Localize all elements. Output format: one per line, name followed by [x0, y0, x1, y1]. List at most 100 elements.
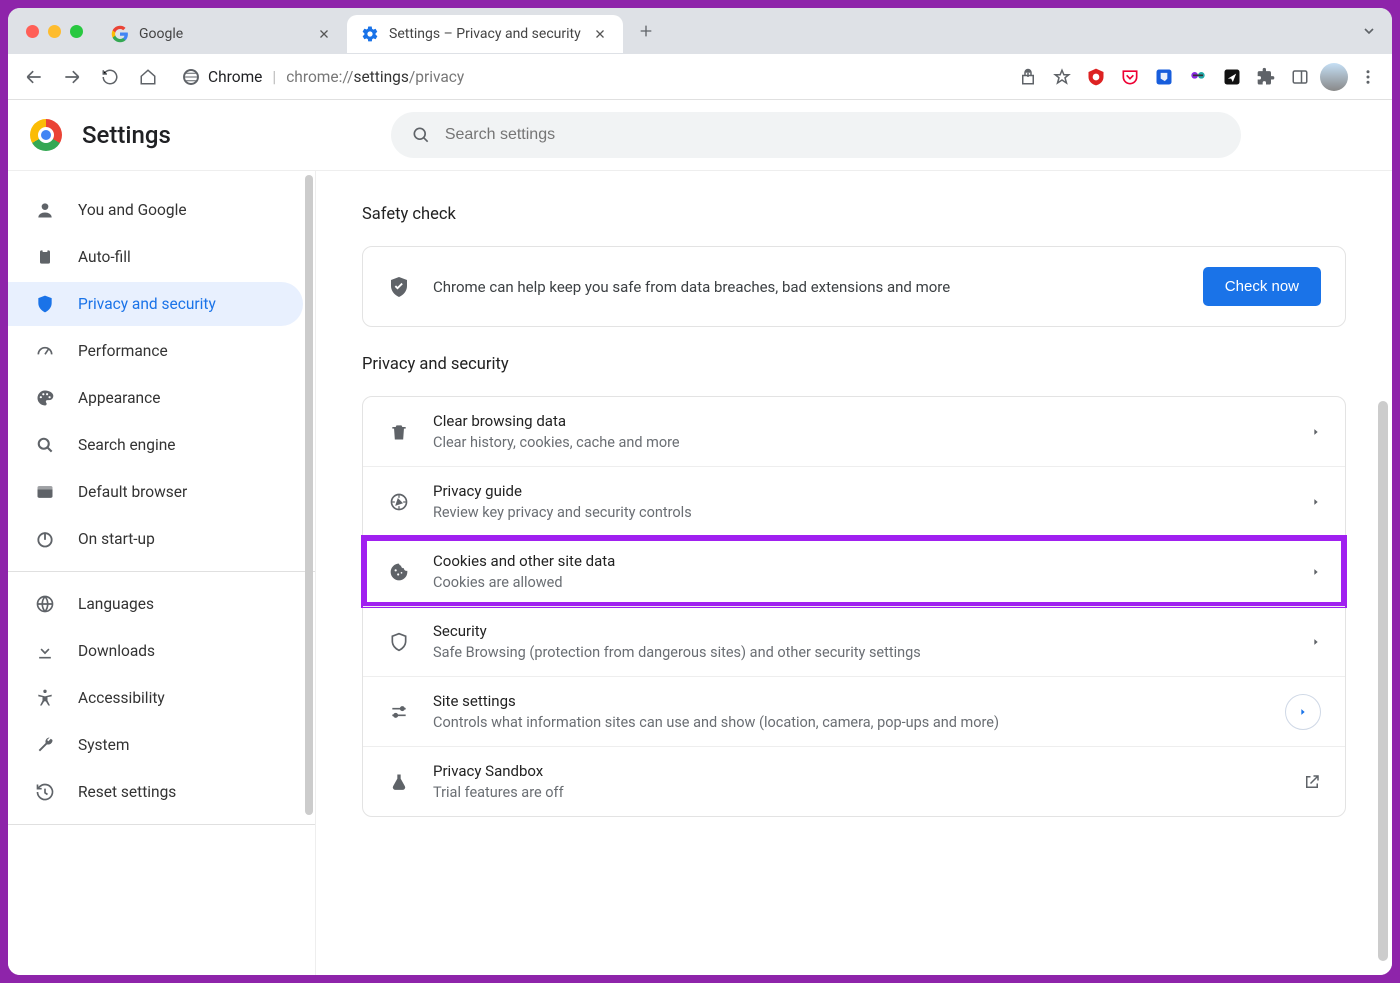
- row-cookies[interactable]: Cookies and other site data Cookies are …: [363, 536, 1345, 606]
- url-scheme-label: Chrome: [208, 68, 262, 86]
- chevron-right-icon: [1311, 565, 1321, 579]
- back-button[interactable]: [18, 61, 50, 93]
- close-tab-icon[interactable]: [591, 25, 609, 43]
- settings-header: Settings: [8, 100, 1392, 171]
- row-security[interactable]: Security Safe Browsing (protection from …: [363, 606, 1345, 676]
- close-tab-icon[interactable]: [315, 25, 333, 43]
- close-window-icon[interactable]: [26, 25, 39, 38]
- search-input[interactable]: [445, 126, 1221, 144]
- profile-avatar[interactable]: [1320, 63, 1348, 91]
- sidebar-item-privacy-security[interactable]: Privacy and security: [8, 282, 303, 326]
- site-info-icon[interactable]: Chrome: [182, 68, 262, 86]
- page-title: Settings: [82, 121, 171, 149]
- row-title: Site settings: [433, 692, 1263, 710]
- ext-ublock-icon[interactable]: [1082, 63, 1110, 91]
- sidebar-item-languages[interactable]: Languages: [8, 582, 303, 626]
- row-subtitle: Trial features are off: [433, 784, 1281, 801]
- sidebar-item-reset[interactable]: Reset settings: [8, 770, 303, 814]
- tab-list-dropdown-icon[interactable]: [1354, 23, 1384, 39]
- minimize-window-icon[interactable]: [48, 25, 61, 38]
- ext-send-icon[interactable]: [1218, 63, 1246, 91]
- toolbar-actions: [1014, 63, 1382, 91]
- external-link-icon: [1303, 773, 1321, 791]
- speedometer-icon: [34, 341, 56, 361]
- section-title-privacy: Privacy and security: [362, 355, 1346, 374]
- sidebar-item-downloads[interactable]: Downloads: [8, 629, 303, 673]
- tab-title: Google: [139, 26, 305, 42]
- accessibility-icon: [34, 688, 56, 708]
- section-title-safety: Safety check: [362, 205, 1346, 224]
- sidebar-item-label: Privacy and security: [78, 295, 216, 313]
- check-now-button[interactable]: Check now: [1203, 267, 1321, 306]
- ext-reader-icon[interactable]: [1184, 63, 1212, 91]
- address-bar[interactable]: Chrome | chrome://settings/privacy: [170, 60, 1008, 94]
- extensions-puzzle-icon[interactable]: [1252, 63, 1280, 91]
- sidebar-item-system[interactable]: System: [8, 723, 303, 767]
- search-icon: [411, 125, 431, 145]
- sidebar-item-appearance[interactable]: Appearance: [8, 376, 303, 420]
- tab-title: Settings – Privacy and security: [389, 26, 581, 42]
- safety-check-card: Chrome can help keep you safe from data …: [362, 246, 1346, 327]
- sidebar: You and Google Auto-fill Privacy and sec…: [8, 171, 316, 975]
- forward-button[interactable]: [56, 61, 88, 93]
- main-scrollbar[interactable]: [1378, 401, 1388, 961]
- ext-pocket-icon[interactable]: [1116, 63, 1144, 91]
- sidebar-item-search-engine[interactable]: Search engine: [8, 423, 303, 467]
- url-suffix: /privacy: [409, 68, 464, 86]
- privacy-list-card: Clear browsing data Clear history, cooki…: [362, 396, 1346, 817]
- search-icon: [34, 435, 56, 455]
- sidebar-scrollbar[interactable]: [305, 175, 313, 815]
- window-controls[interactable]: [16, 25, 97, 38]
- bookmark-star-icon[interactable]: [1048, 63, 1076, 91]
- home-button[interactable]: [132, 61, 164, 93]
- row-site-settings[interactable]: Site settings Controls what information …: [363, 676, 1345, 746]
- sidebar-divider: [8, 824, 315, 825]
- window-icon: [34, 482, 56, 502]
- sidebar-item-label: Languages: [78, 595, 154, 613]
- sidebar-item-label: Performance: [78, 342, 168, 360]
- kebab-menu-icon[interactable]: [1354, 63, 1382, 91]
- row-subtitle: Review key privacy and security controls: [433, 504, 1289, 521]
- sidebar-item-you-and-google[interactable]: You and Google: [8, 188, 303, 232]
- side-panel-icon[interactable]: [1286, 63, 1314, 91]
- wrench-icon: [34, 735, 56, 755]
- main-content: Safety check Chrome can help keep you sa…: [316, 171, 1392, 975]
- url-prefix: chrome://: [286, 68, 353, 86]
- sidebar-item-performance[interactable]: Performance: [8, 329, 303, 373]
- ext-bitwarden-icon[interactable]: [1150, 63, 1178, 91]
- maximize-window-icon[interactable]: [70, 25, 83, 38]
- power-icon: [34, 529, 56, 549]
- row-subtitle: Clear history, cookies, cache and more: [433, 434, 1289, 451]
- chevron-right-icon: [1311, 495, 1321, 509]
- row-title: Security: [433, 622, 1289, 640]
- row-title: Clear browsing data: [433, 412, 1289, 430]
- search-settings-box[interactable]: [391, 112, 1241, 158]
- share-icon[interactable]: [1014, 63, 1042, 91]
- reload-button[interactable]: [94, 61, 126, 93]
- sidebar-item-autofill[interactable]: Auto-fill: [8, 235, 303, 279]
- shield-icon: [34, 294, 56, 314]
- person-icon: [34, 200, 56, 220]
- tab-google[interactable]: Google: [97, 15, 347, 53]
- clipboard-icon: [34, 247, 56, 267]
- chrome-logo-icon: [30, 119, 62, 151]
- row-title: Privacy Sandbox: [433, 762, 1281, 780]
- tab-settings[interactable]: Settings – Privacy and security: [347, 15, 623, 53]
- new-tab-button[interactable]: [631, 16, 661, 46]
- chevron-right-circle-icon[interactable]: [1285, 694, 1321, 730]
- shield-icon: [387, 632, 411, 652]
- sidebar-item-label: Auto-fill: [78, 248, 131, 266]
- row-clear-browsing-data[interactable]: Clear browsing data Clear history, cooki…: [363, 397, 1345, 466]
- chevron-right-icon: [1311, 635, 1321, 649]
- row-title: Privacy guide: [433, 482, 1289, 500]
- sidebar-item-accessibility[interactable]: Accessibility: [8, 676, 303, 720]
- sidebar-item-label: System: [78, 736, 129, 754]
- sidebar-item-default-browser[interactable]: Default browser: [8, 470, 303, 514]
- sidebar-item-on-startup[interactable]: On start-up: [8, 517, 303, 561]
- sidebar-item-label: Default browser: [78, 483, 187, 501]
- download-icon: [34, 641, 56, 661]
- row-privacy-sandbox[interactable]: Privacy Sandbox Trial features are off: [363, 746, 1345, 816]
- row-title: Cookies and other site data: [433, 552, 1289, 570]
- row-privacy-guide[interactable]: Privacy guide Review key privacy and sec…: [363, 466, 1345, 536]
- safety-check-text: Chrome can help keep you safe from data …: [433, 278, 1181, 296]
